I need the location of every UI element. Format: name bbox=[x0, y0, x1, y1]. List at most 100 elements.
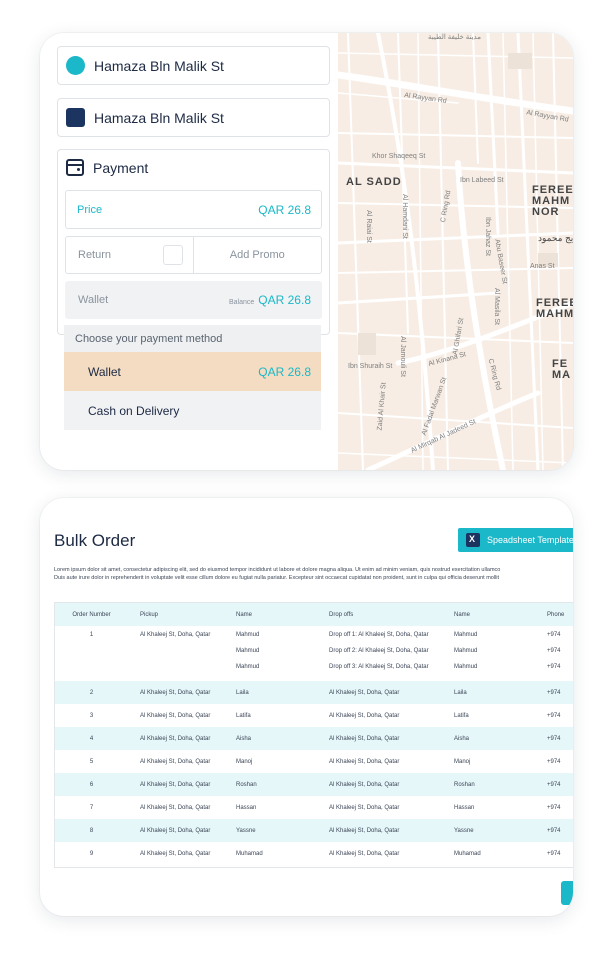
phone-line: +974 bbox=[547, 648, 561, 654]
map-label: Ibn Jahaz St bbox=[483, 217, 491, 256]
name-line: Mahmud bbox=[454, 632, 478, 638]
payment-method-dropdown: Choose your payment method Wallet QAR 26… bbox=[64, 325, 321, 431]
spreadsheet-template-button[interactable]: Speadsheet Template bbox=[458, 528, 573, 552]
dropoff-line: Drop off 2: Al Khaleej St, Doha, Qatar bbox=[329, 648, 429, 654]
pickup-cell: Al Khaleej St, Doha, Qatar bbox=[140, 712, 211, 719]
name-line: Mahmud bbox=[236, 632, 260, 638]
name-cell: Hassan bbox=[236, 804, 257, 811]
name-line: Mahmud bbox=[236, 648, 260, 654]
column-header: Drop offs bbox=[329, 603, 454, 626]
map-view[interactable]: مدينة خليفة الطيبة Al Rayyan Rd Al Rayya… bbox=[338, 33, 573, 470]
map-label: FE MA bbox=[552, 358, 572, 381]
return-promo-row: Return Add Promo bbox=[65, 236, 322, 274]
pickup-cell: Al Khaleej St, Doha, Qatar bbox=[140, 850, 211, 857]
wallet-icon bbox=[66, 159, 84, 176]
phone-cell: +974 bbox=[547, 727, 573, 750]
dropoff-cell: Al Khaleej St, Doha, Qatar bbox=[329, 681, 454, 704]
map-streets bbox=[338, 33, 573, 470]
pickup-cell: Al Khaleej St, Doha, Qatar bbox=[128, 727, 236, 750]
payment-header: Payment bbox=[66, 159, 148, 176]
price-label: Price bbox=[77, 203, 103, 216]
name-cell: Hassan bbox=[454, 804, 475, 811]
phone-cell: +974 bbox=[547, 773, 573, 796]
name-cell: Muhamad bbox=[236, 850, 263, 857]
phone-cell: +974 bbox=[547, 819, 573, 842]
order-number: 9 bbox=[89, 850, 94, 857]
phone-cell: +974 bbox=[547, 850, 561, 857]
column-header: Pickup bbox=[128, 603, 236, 626]
column-header: Name bbox=[236, 603, 329, 626]
table-row[interactable]: 6 Al Khaleej St, Doha, Qatar Roshan Al Khal… bbox=[55, 773, 573, 796]
name-cell: Yassne bbox=[236, 819, 329, 842]
name-cell: Aisha bbox=[454, 727, 547, 750]
bulk-order-card: Bulk Order Speadsheet Template Lorem ips… bbox=[40, 498, 573, 916]
payment-method-wallet[interactable]: Wallet QAR 26.8 bbox=[64, 352, 321, 391]
table-row[interactable]: 1 Al Khaleej St, Doha, Qatar Mahmud Mahm… bbox=[55, 626, 573, 681]
phone-cell: +974 +974 +974 bbox=[547, 626, 573, 681]
map-label: Al Hamdani St bbox=[400, 194, 408, 239]
table-row[interactable]: 4 Al Khaleej St, Doha, Qatar Aisha Al Khale… bbox=[55, 727, 573, 750]
map-label: مدينة خليفة الطيبة bbox=[428, 34, 481, 41]
order-number: 5 bbox=[89, 758, 94, 765]
return-toggle[interactable]: Return bbox=[66, 237, 194, 273]
description-line: Duis aute irure dolor in reprehenderit i… bbox=[54, 575, 500, 581]
order-number: 4 bbox=[55, 727, 128, 750]
name-cell: Manoj bbox=[454, 758, 471, 765]
map-label: Al Masila St bbox=[492, 288, 500, 325]
map-label: AL SADD bbox=[346, 176, 402, 188]
payment-title: Payment bbox=[93, 159, 149, 176]
dropoff-cell: Al Khaleej St, Doha, Qatar bbox=[329, 758, 400, 765]
pickup-cell: Al Khaleej St, Doha, Qatar bbox=[140, 758, 211, 765]
table-row[interactable]: 8 Al Khaleej St, Doha, Qatar Yassne Al Khal… bbox=[55, 819, 573, 842]
column-header: Order Number bbox=[55, 603, 128, 626]
name-line: Mahmud bbox=[454, 664, 478, 670]
phone-cell: +974 bbox=[547, 712, 561, 719]
map-label: Al Raiai St bbox=[364, 210, 372, 243]
name-cell: Aisha bbox=[236, 727, 329, 750]
name-line: Mahmud bbox=[454, 648, 478, 654]
map-label: Ibn Labeed St bbox=[460, 177, 504, 184]
phone-line: +974 bbox=[547, 664, 561, 670]
pickup-cell: Al Khaleej St, Doha, Qatar bbox=[128, 681, 236, 704]
phone-cell: +974 bbox=[547, 804, 561, 811]
table-row[interactable]: 2 Al Khaleej St, Doha, Qatar Laila Al Khale… bbox=[55, 681, 573, 704]
price-value: QAR 26.8 bbox=[258, 202, 311, 217]
return-checkbox[interactable] bbox=[162, 245, 183, 265]
wallet-balance-row: Wallet Balance QAR 26.8 bbox=[65, 281, 322, 319]
method-label: Cash on Delivery bbox=[88, 403, 180, 418]
pickup-cell: Al Khaleej St, Doha, Qatar bbox=[140, 804, 211, 811]
map-label: Khor Shaqeeq St bbox=[372, 153, 426, 160]
order-number: 2 bbox=[55, 681, 128, 704]
payment-method-cash[interactable]: Cash on Delivery bbox=[64, 391, 321, 430]
page-title: Bulk Order bbox=[54, 531, 136, 550]
map-label: فريج محمود bbox=[538, 233, 573, 243]
table-row[interactable]: 5 Al Khaleej St, Doha, Qatar Manoj Al Khale… bbox=[55, 750, 573, 773]
pickup-address-field[interactable]: Hamaza Bln Malik St bbox=[57, 46, 330, 85]
spreadsheet-template-label: Speadsheet Template bbox=[487, 535, 573, 545]
add-promo-button[interactable]: Add Promo bbox=[194, 237, 322, 273]
return-label: Return bbox=[78, 249, 112, 261]
method-label: Wallet bbox=[88, 364, 121, 379]
column-header: Phone bbox=[547, 603, 573, 626]
table-row[interactable]: 9 Al Khaleej St, Doha, Qatar Muhamad Al Kha… bbox=[55, 842, 573, 865]
order-number: 3 bbox=[89, 712, 94, 719]
phone-cell: +974 bbox=[547, 681, 573, 704]
dropoff-line: Drop off 1: Al Khaleej St, Doha, Qatar bbox=[329, 632, 429, 638]
submit-button[interactable] bbox=[561, 881, 573, 905]
dropoff-line: Drop off 3: Al Khaleej St, Doha, Qatar bbox=[329, 664, 429, 670]
table-row[interactable]: 7 Al Khaleej St, Doha, Qatar Hassan Al Khal… bbox=[55, 796, 573, 819]
pickup-cell: Al Khaleej St, Doha, Qatar bbox=[128, 819, 236, 842]
method-value: QAR 26.8 bbox=[258, 364, 311, 379]
name-cell: Roshan bbox=[454, 773, 547, 796]
name-line: Mahmud bbox=[236, 664, 260, 670]
phone-line: +974 bbox=[547, 632, 561, 638]
name-cell: Latifa bbox=[236, 712, 251, 719]
name-cell: Muhamad bbox=[454, 850, 481, 857]
name-cell: Mahmud Mahmud Mahmud bbox=[454, 626, 547, 681]
dropoff-marker-icon bbox=[66, 108, 85, 127]
dropoff-cell: Al Khaleej St, Doha, Qatar bbox=[329, 804, 400, 811]
dropoff-address-field[interactable]: Hamaza Bln Malik St bbox=[57, 98, 330, 137]
balance-value: QAR 26.8 bbox=[258, 293, 311, 307]
name-cell: Roshan bbox=[236, 773, 329, 796]
table-row[interactable]: 3 Al Khaleej St, Doha, Qatar Latifa Al Khal… bbox=[55, 704, 573, 727]
